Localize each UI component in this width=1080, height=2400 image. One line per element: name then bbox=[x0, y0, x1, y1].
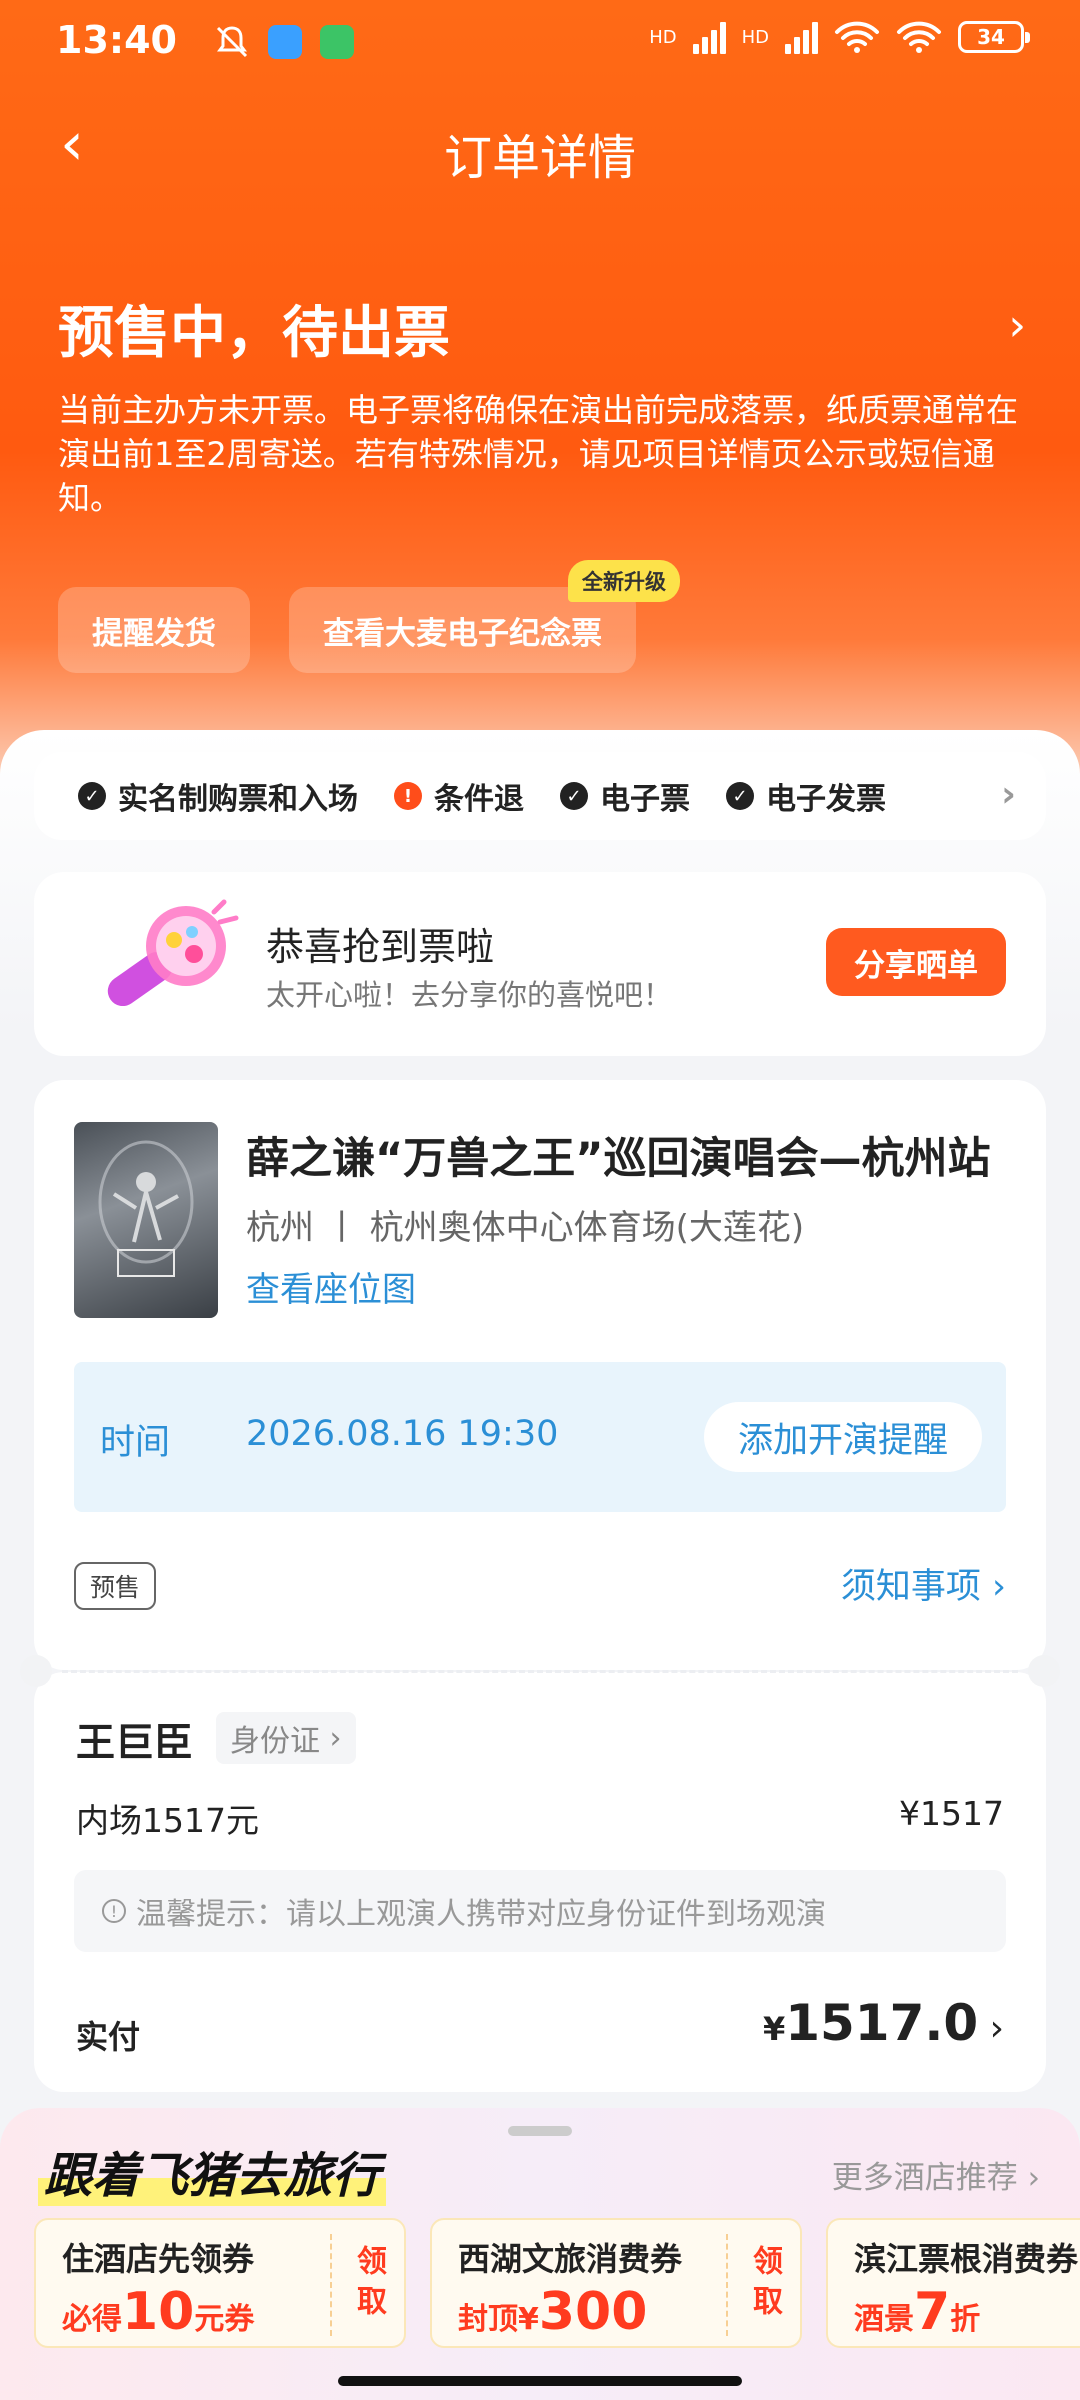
status-time: 13:40 bbox=[56, 18, 177, 62]
coupon-card[interactable]: 西湖文旅消费券 封顶¥300 领取 bbox=[430, 2218, 802, 2348]
coupon-prefix: 必得 bbox=[62, 2302, 122, 2337]
coupon-value: 封顶¥300 bbox=[458, 2282, 647, 2342]
coupon-amount: 300 bbox=[538, 2282, 648, 2342]
chevron-right-icon[interactable]: › bbox=[1008, 300, 1026, 351]
battery-level: 34 bbox=[977, 25, 1005, 49]
holder-name: 王巨臣 bbox=[76, 1721, 194, 1766]
coupon-prefix: 酒景 bbox=[854, 2302, 914, 2337]
new-upgrade-badge: 全新升级 bbox=[568, 560, 680, 602]
coupon-title: 西湖文旅消费券 bbox=[458, 2240, 683, 2278]
claim-button[interactable]: 领取 bbox=[330, 2234, 404, 2336]
tip-text: 温馨提示：请以上观演人携带对应身份证件到场观演 bbox=[136, 1897, 826, 1932]
id-type-chip[interactable]: 身份证 › bbox=[216, 1712, 356, 1764]
home-indicator[interactable] bbox=[338, 2376, 742, 2386]
tag-label: 电子发票 bbox=[766, 782, 886, 817]
share-button[interactable]: 分享晒单 bbox=[826, 928, 1006, 996]
tag-label: 电子票 bbox=[600, 782, 690, 817]
tag-eticket: ✓ 电子票 bbox=[560, 774, 690, 818]
warm-tip: ! 温馨提示：请以上观演人携带对应身份证件到场观演 bbox=[74, 1870, 1006, 1952]
status-bar: 13:40 HD HD 34 bbox=[56, 18, 1030, 68]
message-app-icon bbox=[268, 25, 302, 59]
promo-title: 跟着飞猪去旅行 bbox=[38, 2136, 387, 2206]
claim-button[interactable]: 领取 bbox=[726, 2234, 800, 2336]
coupon-amount: 7 bbox=[914, 2282, 951, 2342]
ticket-tier: 内场1517元 bbox=[76, 1801, 259, 1840]
service-tags[interactable]: ✓ 实名制购票和入场 ! 条件退 ✓ 电子票 ✓ 电子发票 › bbox=[34, 752, 1046, 840]
info-icon: ! bbox=[102, 1899, 126, 1923]
check-icon: ✓ bbox=[78, 782, 106, 810]
order-status-description: 当前主办方未开票。电子票将确保在演出前完成落票，纸质票通常在演出前1至2周寄送。… bbox=[58, 391, 1019, 517]
chevron-right-icon: › bbox=[329, 1720, 342, 1756]
mute-icon bbox=[216, 26, 248, 58]
tag-label: 实名制购票和入场 bbox=[118, 782, 358, 817]
battery-icon: 34 bbox=[958, 21, 1030, 53]
paid-amount[interactable]: ¥1517.0 › bbox=[763, 1994, 1004, 2052]
tag-realname: ✓ 实名制购票和入场 bbox=[78, 774, 358, 818]
chevron-right-icon: › bbox=[1027, 2160, 1040, 2196]
travel-promo-panel: 跟着飞猪去旅行 更多酒店推荐 › 住酒店先领券 必得10元券 领取 西湖文旅消费… bbox=[0, 2108, 1080, 2400]
order-status-headline[interactable]: 预售中，待出票 bbox=[58, 288, 450, 369]
cat-app-icon bbox=[320, 25, 354, 59]
ticket-card: 王巨臣 身份证 › 内场1517元 ¥1517 ! 温馨提示：请以上观演人携带对应… bbox=[34, 1672, 1046, 2092]
show-card: 薛之谦“万兽之王”巡回演唱会—杭州站 杭州 丨 杭州奥体中心体育场(大莲花) 查… bbox=[34, 1080, 1046, 1670]
notice-link[interactable]: 须知事项 › bbox=[841, 1558, 1006, 1609]
seat-map-link[interactable]: 查看座位图 bbox=[246, 1262, 416, 1311]
coupon-card[interactable]: 滨江票根消费券 酒景7折 bbox=[826, 2218, 1080, 2348]
coupon-value: 酒景7折 bbox=[854, 2282, 980, 2342]
wifi-icon-2 bbox=[897, 21, 941, 53]
show-name[interactable]: 薛之谦“万兽之王”巡回演唱会—杭州站 bbox=[246, 1124, 991, 1186]
coupon-title: 住酒店先领券 bbox=[62, 2240, 255, 2278]
ticket-price: ¥1517 bbox=[899, 1794, 1004, 1833]
coupon-title: 滨江票根消费券 bbox=[854, 2240, 1079, 2278]
lightstick-illustration-icon bbox=[107, 899, 239, 1007]
show-poster[interactable] bbox=[74, 1122, 218, 1318]
poster-art bbox=[98, 1140, 194, 1277]
more-hotels-link[interactable]: 更多酒店推荐 › bbox=[832, 2152, 1040, 2197]
congrats-card: 恭喜抢到票啦 太开心啦！去分享你的喜悦吧！ 分享晒单 bbox=[34, 872, 1046, 1056]
card-divider bbox=[62, 1670, 1018, 1673]
notification-icons bbox=[214, 24, 354, 60]
check-icon: ✓ bbox=[560, 782, 588, 810]
paid-currency: ¥ bbox=[762, 2010, 786, 2048]
status-right: HD HD 34 bbox=[649, 20, 1030, 54]
signal-hd-2: HD bbox=[741, 26, 769, 48]
notice-label: 须知事项 bbox=[840, 1567, 981, 1607]
signal-icon-2 bbox=[785, 20, 818, 54]
paid-value: 1517.0 bbox=[785, 1994, 979, 2052]
page-title: 订单详情 bbox=[443, 130, 636, 186]
congrats-title: 恭喜抢到票啦 bbox=[266, 925, 495, 969]
check-icon: ✓ bbox=[726, 782, 754, 810]
paid-label: 实付 bbox=[76, 2018, 141, 2056]
top-nav: ‹ 订单详情 bbox=[0, 110, 1080, 186]
coupon-amount: 10 bbox=[122, 2282, 195, 2342]
signal-hd-1: HD bbox=[649, 26, 677, 48]
coupon-card[interactable]: 住酒店先领券 必得10元券 领取 bbox=[34, 2218, 406, 2348]
presale-badge: 预售 bbox=[74, 1562, 157, 1610]
congrats-subtitle: 太开心啦！去分享你的喜悦吧！ bbox=[266, 978, 673, 1012]
show-venue: 杭州 丨 杭州奥体中心体育场(大莲花) bbox=[246, 1208, 805, 1248]
coupon-suffix: 折 bbox=[950, 2302, 981, 2337]
add-reminder-button[interactable]: 添加开演提醒 bbox=[703, 1402, 982, 1472]
coupon-prefix: 封顶¥ bbox=[458, 2302, 539, 2337]
signal-icon bbox=[692, 20, 726, 54]
show-time-box: 时间 2026.08.16 19:30 添加开演提醒 bbox=[74, 1362, 1006, 1512]
exclamation-icon: ! bbox=[394, 782, 422, 810]
card-notch-right bbox=[1028, 1655, 1060, 1687]
tag-conditional-refund: ! 条件退 bbox=[394, 774, 524, 818]
chevron-right-icon[interactable]: › bbox=[961, 774, 1016, 815]
chevron-right-icon: › bbox=[992, 1567, 1006, 1607]
chevron-right-icon: › bbox=[978, 2008, 1004, 2049]
wifi-icon bbox=[835, 21, 879, 53]
tag-einvoice: ✓ 电子发票 bbox=[726, 774, 886, 818]
time-value: 2026.08.16 19:30 bbox=[246, 1414, 559, 1454]
coupon-suffix: 元券 bbox=[194, 2302, 255, 2337]
drag-handle[interactable] bbox=[508, 2126, 572, 2136]
card-notch-left bbox=[20, 1655, 52, 1687]
id-type-label: 身份证 bbox=[230, 1724, 320, 1759]
more-hotels-label: 更多酒店推荐 bbox=[831, 2160, 1018, 2196]
tag-label: 条件退 bbox=[434, 782, 524, 817]
time-label: 时间 bbox=[100, 1423, 171, 1463]
coupon-value: 必得10元券 bbox=[62, 2282, 254, 2342]
remind-ship-button[interactable]: 提醒发货 bbox=[58, 587, 250, 673]
